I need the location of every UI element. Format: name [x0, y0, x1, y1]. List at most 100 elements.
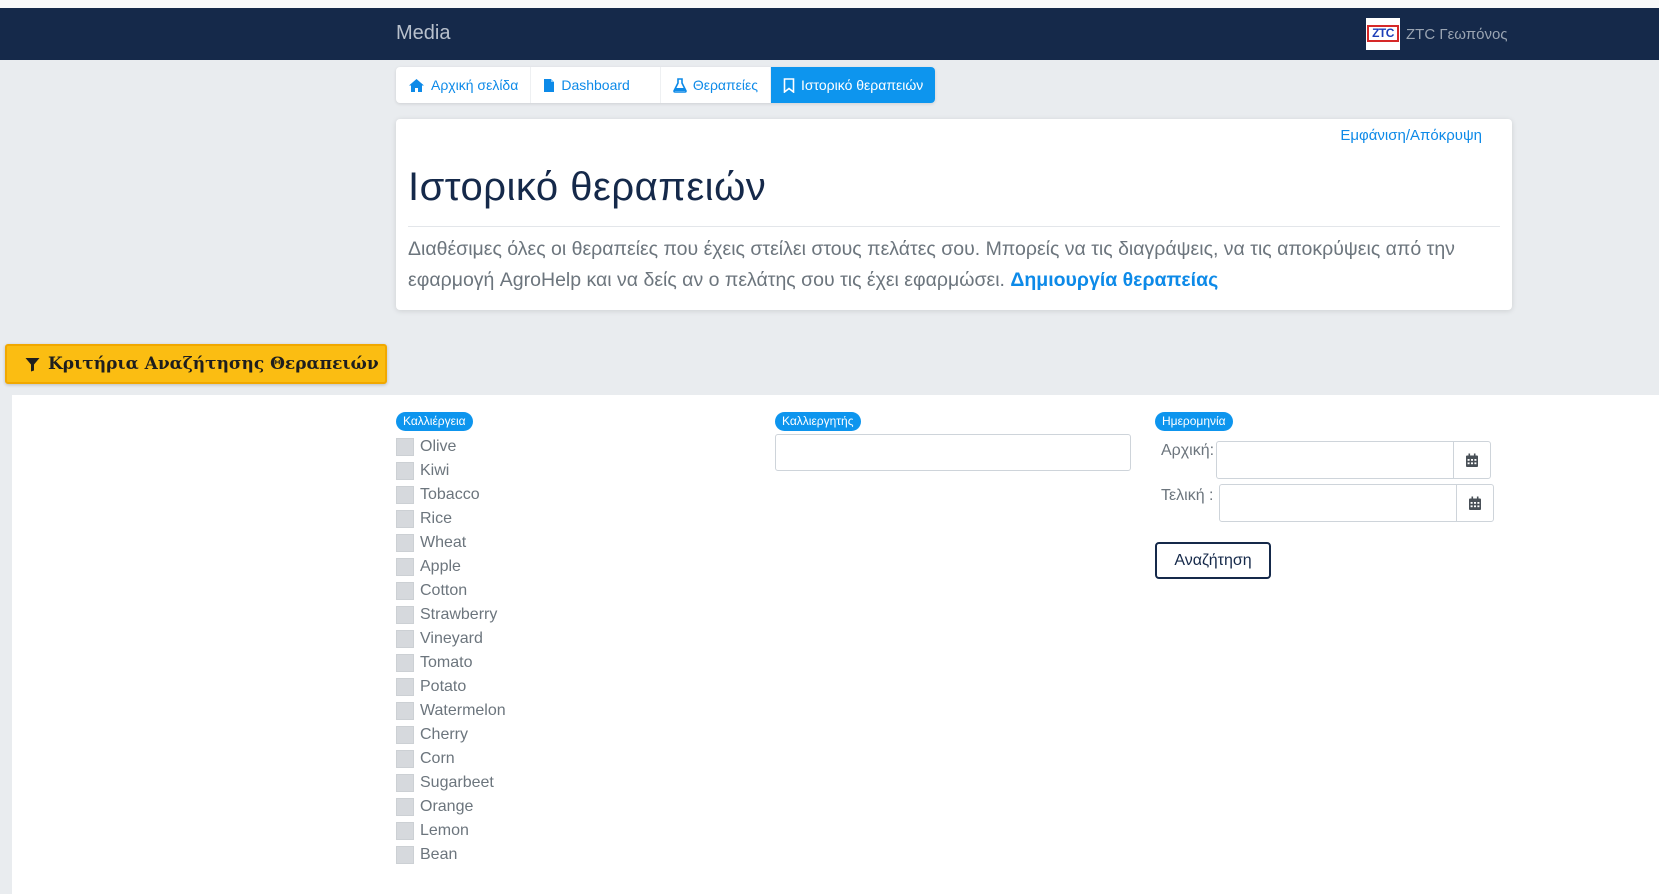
crop-checkbox-label: Tobacco: [420, 486, 480, 503]
crop-checkbox[interactable]: [396, 630, 414, 648]
crop-checkbox-label: Cherry: [420, 726, 469, 743]
crop-checkbox-item[interactable]: Lemon: [396, 819, 506, 843]
start-calendar-button[interactable]: [1454, 442, 1490, 478]
breadcrumb-tabs: Αρχική σελίδα Dashboard Θεραπείες Ιστορι…: [396, 67, 936, 103]
search-criteria-button[interactable]: Κριτήρια Αναζήτησης Θεραπειών: [5, 344, 387, 384]
logo-text: ZTC: [1367, 25, 1399, 42]
user-menu[interactable]: ZTC ZTC Γεωπόνος: [1366, 18, 1508, 50]
divider: [408, 226, 1500, 227]
top-navbar: Media ZTC ZTC Γεωπόνος: [0, 8, 1659, 60]
crop-checkbox-label: Bean: [420, 846, 458, 863]
flask-icon: [673, 77, 687, 93]
crop-checkbox-label: Tomato: [420, 654, 473, 671]
crop-checkbox[interactable]: [396, 534, 414, 552]
crop-checkbox-item[interactable]: Olive: [396, 435, 506, 459]
start-date-field[interactable]: [1216, 441, 1491, 479]
crop-checkbox[interactable]: [396, 678, 414, 696]
crop-checkbox-item[interactable]: Tomato: [396, 651, 506, 675]
page-title: Ιστορικό θεραπειών: [408, 165, 767, 209]
filter-icon: [25, 357, 40, 372]
end-date-label: Τελική :: [1161, 487, 1214, 504]
crop-label-badge: Καλλιέργεια: [396, 412, 473, 431]
brand-title[interactable]: Media: [396, 22, 450, 45]
bookmark-icon: [783, 77, 795, 93]
crop-checkbox-label: Orange: [420, 798, 474, 815]
home-icon: [408, 78, 425, 93]
crop-checkbox[interactable]: [396, 510, 414, 528]
description-text: Διαθέσιμες όλες οι θεραπείες που έχεις σ…: [408, 238, 1455, 291]
document-icon: [543, 78, 555, 93]
crop-checkbox[interactable]: [396, 774, 414, 792]
browser-top-strip: [0, 0, 1659, 8]
start-date-label: Αρχική:: [1161, 442, 1215, 459]
tab-treatment-history-label: Ιστορικό θεραπειών: [801, 77, 924, 93]
crop-checkbox[interactable]: [396, 798, 414, 816]
crop-checkbox-label: Lemon: [420, 822, 469, 839]
crop-checkbox-label: Vineyard: [420, 630, 483, 647]
crop-checkbox[interactable]: [396, 750, 414, 768]
crop-checkbox[interactable]: [396, 582, 414, 600]
crop-checkbox-label: Kiwi: [420, 462, 450, 479]
crop-checkbox-item[interactable]: Potato: [396, 675, 506, 699]
crop-checkbox-label: Rice: [420, 510, 453, 527]
user-name[interactable]: ZTC Γεωπόνος: [1406, 26, 1508, 43]
crop-checkbox-label: Olive: [420, 438, 457, 455]
crop-checkbox-label: Strawberry: [420, 606, 498, 623]
crop-checkbox-item[interactable]: Tobacco: [396, 483, 506, 507]
date-label-badge: Ημερομηνία: [1155, 412, 1233, 431]
crop-checkbox-item[interactable]: Vineyard: [396, 627, 506, 651]
crop-checkbox-item[interactable]: Cherry: [396, 723, 506, 747]
crop-checkbox-item[interactable]: Kiwi: [396, 459, 506, 483]
calendar-icon: [1465, 453, 1479, 468]
create-treatment-link[interactable]: Δημιουργία θεραπείας: [1010, 269, 1218, 291]
crop-checkbox-label: Wheat: [420, 534, 467, 551]
crop-checkbox[interactable]: [396, 726, 414, 744]
crop-checkbox[interactable]: [396, 462, 414, 480]
start-date-input[interactable]: [1217, 442, 1454, 478]
crop-checkbox[interactable]: [396, 846, 414, 864]
tab-dashboard-label: Dashboard: [561, 77, 630, 93]
crop-checkbox-label: Sugarbeet: [420, 774, 494, 791]
tab-treatments[interactable]: Θεραπείες: [661, 67, 772, 103]
crop-checkbox[interactable]: [396, 606, 414, 624]
tab-treatments-label: Θεραπείες: [692, 77, 759, 93]
crop-checkbox-label: Corn: [420, 750, 455, 767]
show-hide-link[interactable]: Εμφάνιση/Απόκρυψη: [1340, 127, 1482, 144]
crop-checkbox-item[interactable]: Apple: [396, 555, 506, 579]
tab-home-label: Αρχική σελίδα: [431, 77, 519, 93]
crop-checkbox-item[interactable]: Strawberry: [396, 603, 506, 627]
page-description: Διαθέσιμες όλες οι θεραπείες που έχεις σ…: [408, 234, 1498, 296]
crop-checkbox-item[interactable]: Cotton: [396, 579, 506, 603]
calendar-icon: [1468, 496, 1482, 511]
crop-checkbox-item[interactable]: Watermelon: [396, 699, 506, 723]
crop-checkbox-list: Olive Kiwi Tobacco Rice Wheat Apple Cotton Stra…: [396, 435, 506, 867]
tab-treatment-history[interactable]: Ιστορικό θεραπειών: [771, 67, 936, 103]
crop-checkbox-label: Cotton: [420, 582, 468, 599]
crop-checkbox-item[interactable]: Wheat: [396, 531, 506, 555]
crop-checkbox-label: Apple: [420, 558, 461, 575]
end-calendar-button[interactable]: [1457, 485, 1493, 521]
crop-checkbox-item[interactable]: Corn: [396, 747, 506, 771]
company-logo: ZTC: [1366, 18, 1400, 50]
search-criteria-label: Κριτήρια Αναζήτησης Θεραπειών: [48, 354, 379, 374]
tab-dashboard[interactable]: Dashboard: [531, 67, 661, 103]
crop-checkbox-item[interactable]: Bean: [396, 843, 506, 867]
crop-checkbox-label: Potato: [420, 678, 467, 695]
crop-checkbox[interactable]: [396, 702, 414, 720]
end-date-input[interactable]: [1220, 485, 1457, 521]
end-date-field[interactable]: [1219, 484, 1494, 522]
crop-checkbox-item[interactable]: Sugarbeet: [396, 771, 506, 795]
crop-checkbox-label: Watermelon: [420, 702, 506, 719]
farmer-label-badge: Καλλιεργητής: [775, 412, 861, 431]
crop-checkbox-item[interactable]: Rice: [396, 507, 506, 531]
crop-checkbox[interactable]: [396, 558, 414, 576]
crop-checkbox[interactable]: [396, 486, 414, 504]
crop-checkbox-item[interactable]: Orange: [396, 795, 506, 819]
crop-checkbox[interactable]: [396, 438, 414, 456]
farmer-input[interactable]: [775, 434, 1131, 471]
crop-checkbox[interactable]: [396, 654, 414, 672]
tab-home[interactable]: Αρχική σελίδα: [396, 67, 532, 103]
crop-checkbox[interactable]: [396, 822, 414, 840]
info-panel: Εμφάνιση/Απόκρυψη Ιστορικό θεραπειών Δια…: [396, 119, 1512, 310]
search-button[interactable]: Αναζήτηση: [1155, 542, 1271, 579]
